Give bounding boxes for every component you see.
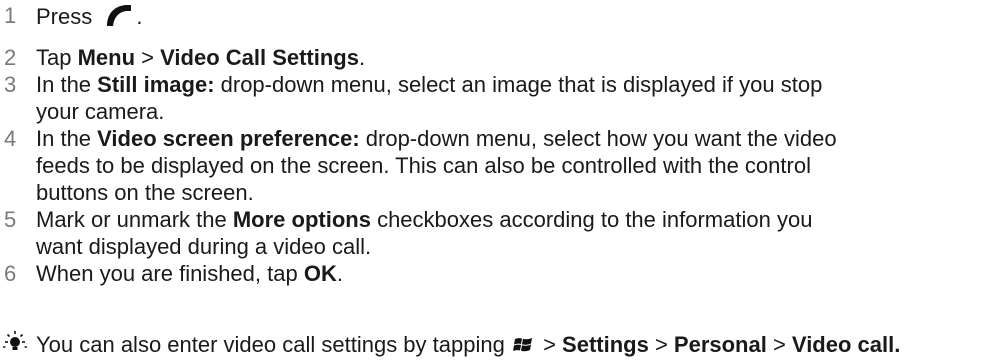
step-1-post: . — [136, 4, 143, 29]
step-number: 1 — [4, 3, 17, 28]
step-2-sep: > — [135, 45, 161, 70]
step-text-line3: buttons on the screen. — [36, 180, 254, 205]
step-2-pre: Tap — [36, 45, 78, 70]
step-number: 2 — [4, 45, 17, 70]
tip: You can also enter video call settings b… — [0, 330, 1005, 360]
step-text: Press . — [36, 2, 143, 30]
step-3-pre: In the — [36, 72, 98, 97]
windows-start-icon — [512, 338, 532, 352]
video-call-settings-label: Video Call Settings — [160, 45, 359, 70]
ok-label: OK — [303, 261, 337, 286]
step-text: Tap Menu > Video Call Settings. — [36, 44, 365, 71]
step-1-pre: Press — [36, 4, 93, 29]
tip-sep: > — [536, 332, 563, 357]
step-text: When you are finished, tap OK. — [36, 260, 343, 287]
step-6-pre: When you are finished, tap — [36, 261, 304, 286]
tip-text: You can also enter video call settings b… — [36, 331, 900, 358]
video-call-label: Video call — [791, 332, 895, 357]
video-screen-preference-label: Video screen preference: — [97, 126, 360, 151]
still-image-label: Still image: — [97, 72, 215, 97]
tip-post: . — [894, 332, 901, 357]
step-6-post: . — [336, 261, 343, 286]
step-number: 4 — [4, 126, 17, 151]
more-options-label: More options — [232, 207, 371, 232]
step-text-line2: your camera. — [36, 99, 165, 124]
menu-label: Menu — [77, 45, 136, 70]
step-text: In the Still image: drop-down menu, sele… — [36, 71, 822, 98]
step-5-pre: Mark or unmark the — [36, 207, 233, 232]
tip-pre: You can also enter video call settings b… — [36, 332, 511, 357]
personal-label: Personal — [673, 332, 767, 357]
step-number: 5 — [4, 207, 17, 232]
step-5-post: checkboxes according to the information … — [370, 207, 813, 232]
settings-label: Settings — [562, 332, 649, 357]
step-number: 3 — [4, 72, 17, 97]
step-text-line2: feeds to be displayed on the screen. Thi… — [36, 153, 811, 178]
tip-sep: > — [766, 332, 792, 357]
step-4-post: drop-down menu, select how you want the … — [359, 126, 837, 151]
step-text: In the Video screen preference: drop-dow… — [36, 125, 837, 152]
step-text: Mark or unmark the More options checkbox… — [36, 206, 812, 233]
lightbulb-icon — [3, 331, 27, 350]
step-text-line2: want displayed during a video call. — [36, 234, 372, 259]
step-number: 6 — [4, 261, 17, 286]
step-2-post: . — [358, 45, 366, 70]
step-3-post: drop-down menu, select an image that is … — [214, 72, 823, 97]
step-4-pre: In the — [36, 126, 98, 151]
phone-icon — [107, 5, 132, 26]
tip-sep: > — [648, 332, 674, 357]
